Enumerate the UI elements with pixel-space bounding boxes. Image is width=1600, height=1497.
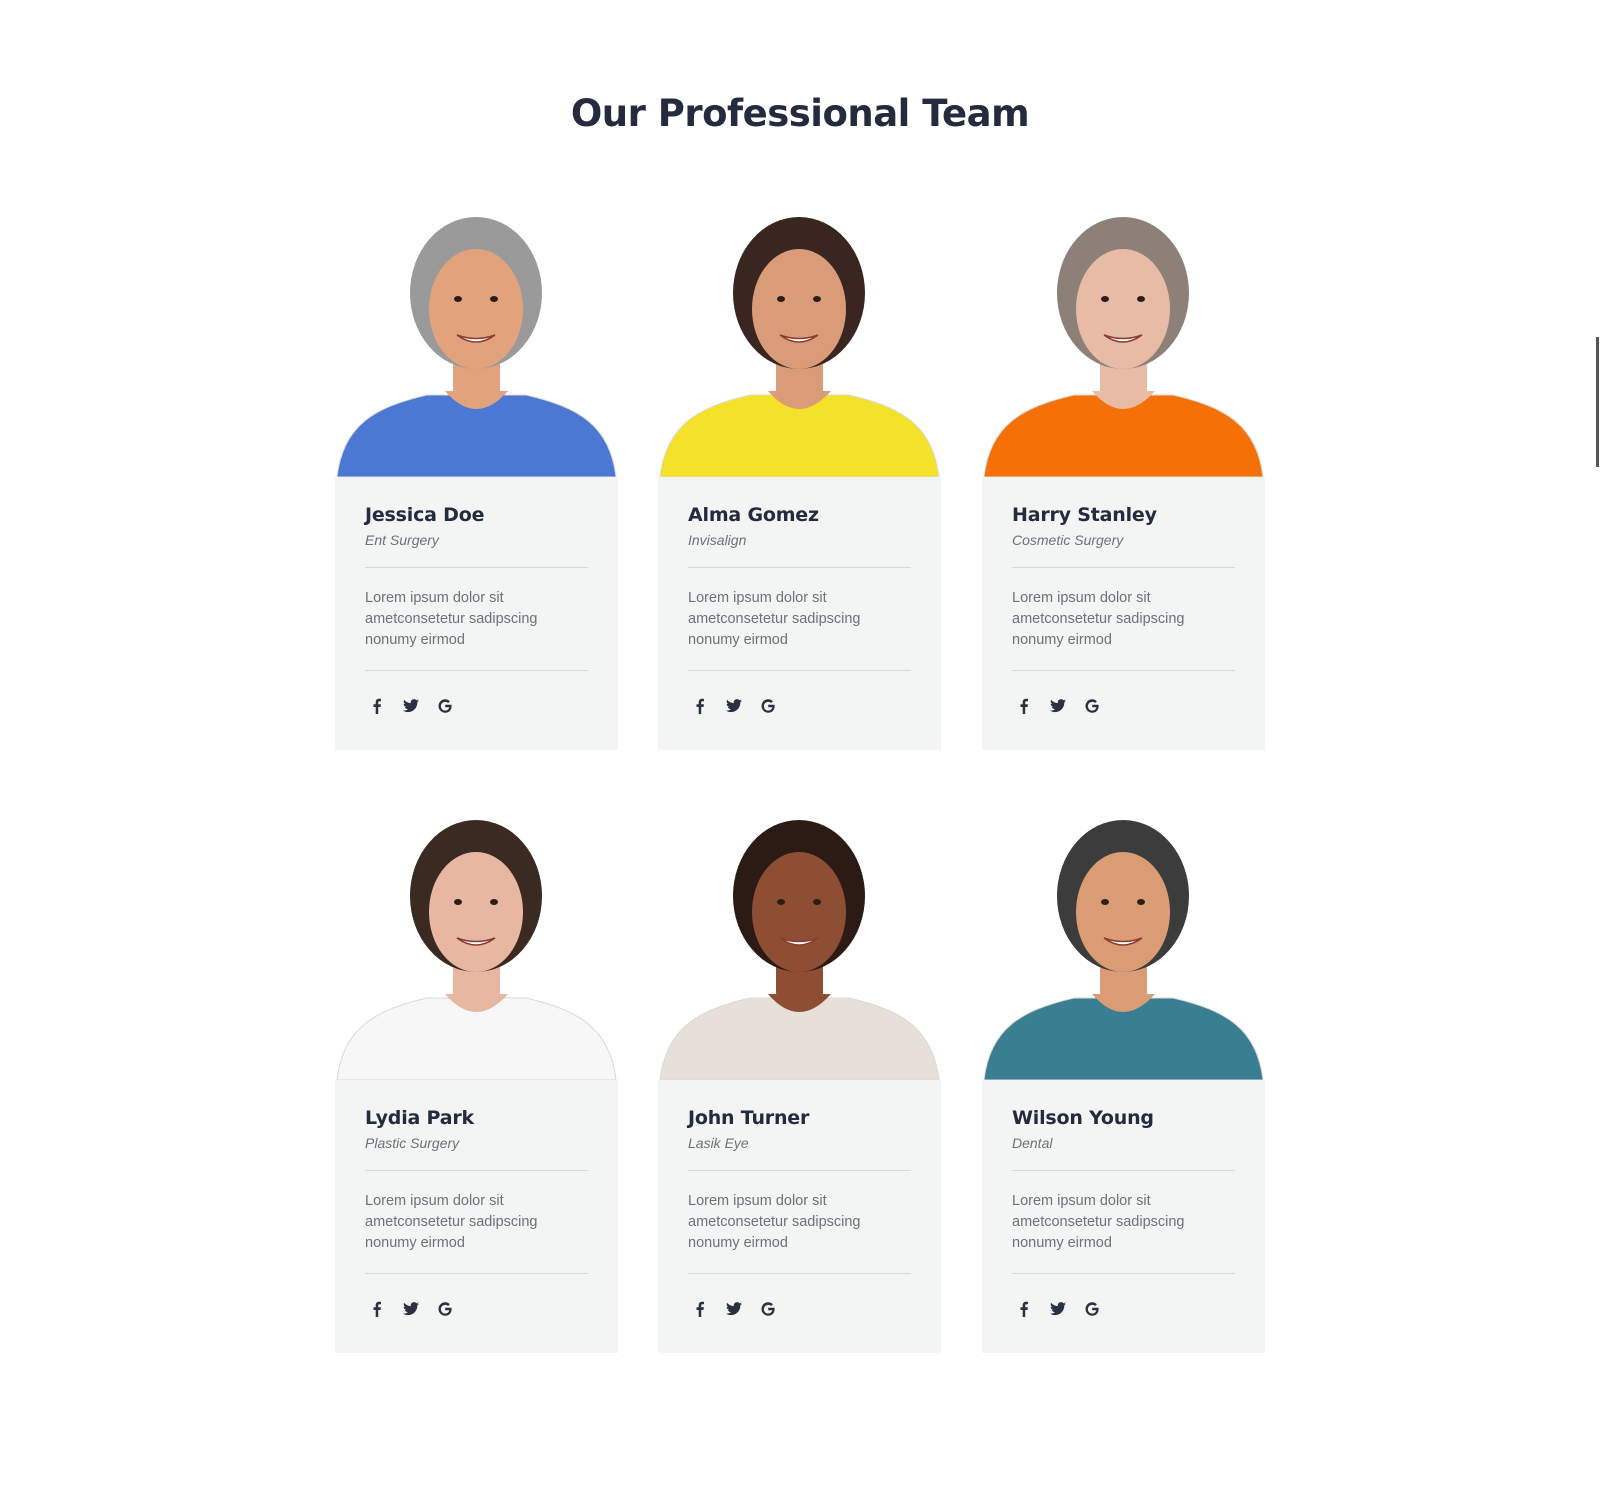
twitter-link[interactable] bbox=[722, 1296, 746, 1322]
member-role: Cosmetic Surgery bbox=[1012, 532, 1124, 548]
card-info: Wilson Young Dental Lorem ipsum dolor si… bbox=[982, 1080, 1265, 1353]
facebook-icon bbox=[370, 698, 384, 714]
social-links bbox=[688, 1296, 780, 1322]
divider bbox=[365, 1273, 588, 1274]
scrollbar-thumb[interactable] bbox=[1596, 337, 1599, 467]
divider bbox=[365, 1170, 588, 1171]
member-name: Harry Stanley bbox=[1012, 504, 1157, 526]
divider bbox=[365, 670, 588, 671]
team-card: Alma Gomez Invisalign Lorem ipsum dolor … bbox=[658, 195, 941, 750]
twitter-link[interactable] bbox=[399, 693, 423, 719]
member-photo bbox=[982, 195, 1265, 477]
facebook-link[interactable] bbox=[365, 1296, 389, 1322]
member-photo bbox=[658, 195, 941, 477]
member-description: Lorem ipsum dolor sit ametconsetetur sad… bbox=[1012, 590, 1185, 648]
google-icon bbox=[760, 698, 776, 714]
card-info: Harry Stanley Cosmetic Surgery Lorem ips… bbox=[982, 477, 1265, 750]
google-link[interactable] bbox=[1080, 1296, 1104, 1322]
member-photo bbox=[335, 195, 618, 477]
member-description: Lorem ipsum dolor sit ametconsetetur sad… bbox=[1012, 1193, 1185, 1251]
social-links bbox=[1012, 693, 1104, 719]
member-description: Lorem ipsum dolor sit ametconsetetur sad… bbox=[688, 590, 861, 648]
member-name: Wilson Young bbox=[1012, 1107, 1154, 1129]
facebook-icon bbox=[693, 698, 707, 714]
divider bbox=[688, 567, 911, 568]
divider bbox=[688, 1273, 911, 1274]
member-description: Lorem ipsum dolor sit ametconsetetur sad… bbox=[365, 590, 538, 648]
google-icon bbox=[437, 1301, 453, 1317]
team-card: Harry Stanley Cosmetic Surgery Lorem ips… bbox=[982, 195, 1265, 750]
member-role: Ent Surgery bbox=[365, 532, 439, 548]
social-links bbox=[688, 693, 780, 719]
facebook-link[interactable] bbox=[1012, 693, 1036, 719]
twitter-link[interactable] bbox=[1046, 1296, 1070, 1322]
member-photo bbox=[982, 798, 1265, 1080]
team-card: Jessica Doe Ent Surgery Lorem ipsum dolo… bbox=[335, 195, 618, 750]
facebook-icon bbox=[693, 1301, 707, 1317]
card-info: Lydia Park Plastic Surgery Lorem ipsum d… bbox=[335, 1080, 618, 1353]
twitter-icon bbox=[1050, 699, 1066, 713]
member-role: Invisalign bbox=[688, 532, 747, 548]
facebook-icon bbox=[1017, 698, 1031, 714]
google-icon bbox=[1084, 698, 1100, 714]
google-link[interactable] bbox=[1080, 693, 1104, 719]
social-links bbox=[365, 1296, 457, 1322]
google-link[interactable] bbox=[756, 1296, 780, 1322]
member-photo bbox=[335, 798, 618, 1080]
card-info: Alma Gomez Invisalign Lorem ipsum dolor … bbox=[658, 477, 941, 750]
member-role: Lasik Eye bbox=[688, 1135, 749, 1151]
member-role: Dental bbox=[1012, 1135, 1053, 1151]
google-link[interactable] bbox=[433, 1296, 457, 1322]
divider bbox=[1012, 1170, 1235, 1171]
divider bbox=[1012, 670, 1235, 671]
divider bbox=[365, 567, 588, 568]
facebook-icon bbox=[1017, 1301, 1031, 1317]
divider bbox=[688, 1170, 911, 1171]
divider bbox=[1012, 1273, 1235, 1274]
facebook-link[interactable] bbox=[688, 1296, 712, 1322]
twitter-icon bbox=[726, 699, 742, 713]
twitter-icon bbox=[1050, 1302, 1066, 1316]
social-links bbox=[1012, 1296, 1104, 1322]
divider bbox=[1012, 567, 1235, 568]
member-name: Alma Gomez bbox=[688, 504, 819, 526]
facebook-link[interactable] bbox=[688, 693, 712, 719]
team-card: John Turner Lasik Eye Lorem ipsum dolor … bbox=[658, 798, 941, 1353]
google-link[interactable] bbox=[756, 693, 780, 719]
google-icon bbox=[1084, 1301, 1100, 1317]
facebook-icon bbox=[370, 1301, 384, 1317]
member-name: John Turner bbox=[688, 1107, 810, 1129]
facebook-link[interactable] bbox=[1012, 1296, 1036, 1322]
member-name: Jessica Doe bbox=[365, 504, 485, 526]
team-card: Wilson Young Dental Lorem ipsum dolor si… bbox=[982, 798, 1265, 1353]
team-card: Lydia Park Plastic Surgery Lorem ipsum d… bbox=[335, 798, 618, 1353]
card-info: John Turner Lasik Eye Lorem ipsum dolor … bbox=[658, 1080, 941, 1353]
google-icon bbox=[760, 1301, 776, 1317]
member-description: Lorem ipsum dolor sit ametconsetetur sad… bbox=[365, 1193, 538, 1251]
member-photo bbox=[658, 798, 941, 1080]
member-description: Lorem ipsum dolor sit ametconsetetur sad… bbox=[688, 1193, 861, 1251]
google-icon bbox=[437, 698, 453, 714]
twitter-link[interactable] bbox=[399, 1296, 423, 1322]
facebook-link[interactable] bbox=[365, 693, 389, 719]
section-title: Our Professional Team bbox=[570, 92, 1030, 135]
twitter-link[interactable] bbox=[722, 693, 746, 719]
twitter-icon bbox=[403, 699, 419, 713]
member-name: Lydia Park bbox=[365, 1107, 474, 1129]
twitter-link[interactable] bbox=[1046, 693, 1070, 719]
google-link[interactable] bbox=[433, 693, 457, 719]
twitter-icon bbox=[403, 1302, 419, 1316]
twitter-icon bbox=[726, 1302, 742, 1316]
member-role: Plastic Surgery bbox=[365, 1135, 460, 1151]
card-info: Jessica Doe Ent Surgery Lorem ipsum dolo… bbox=[335, 477, 618, 750]
divider bbox=[688, 670, 911, 671]
social-links bbox=[365, 693, 457, 719]
